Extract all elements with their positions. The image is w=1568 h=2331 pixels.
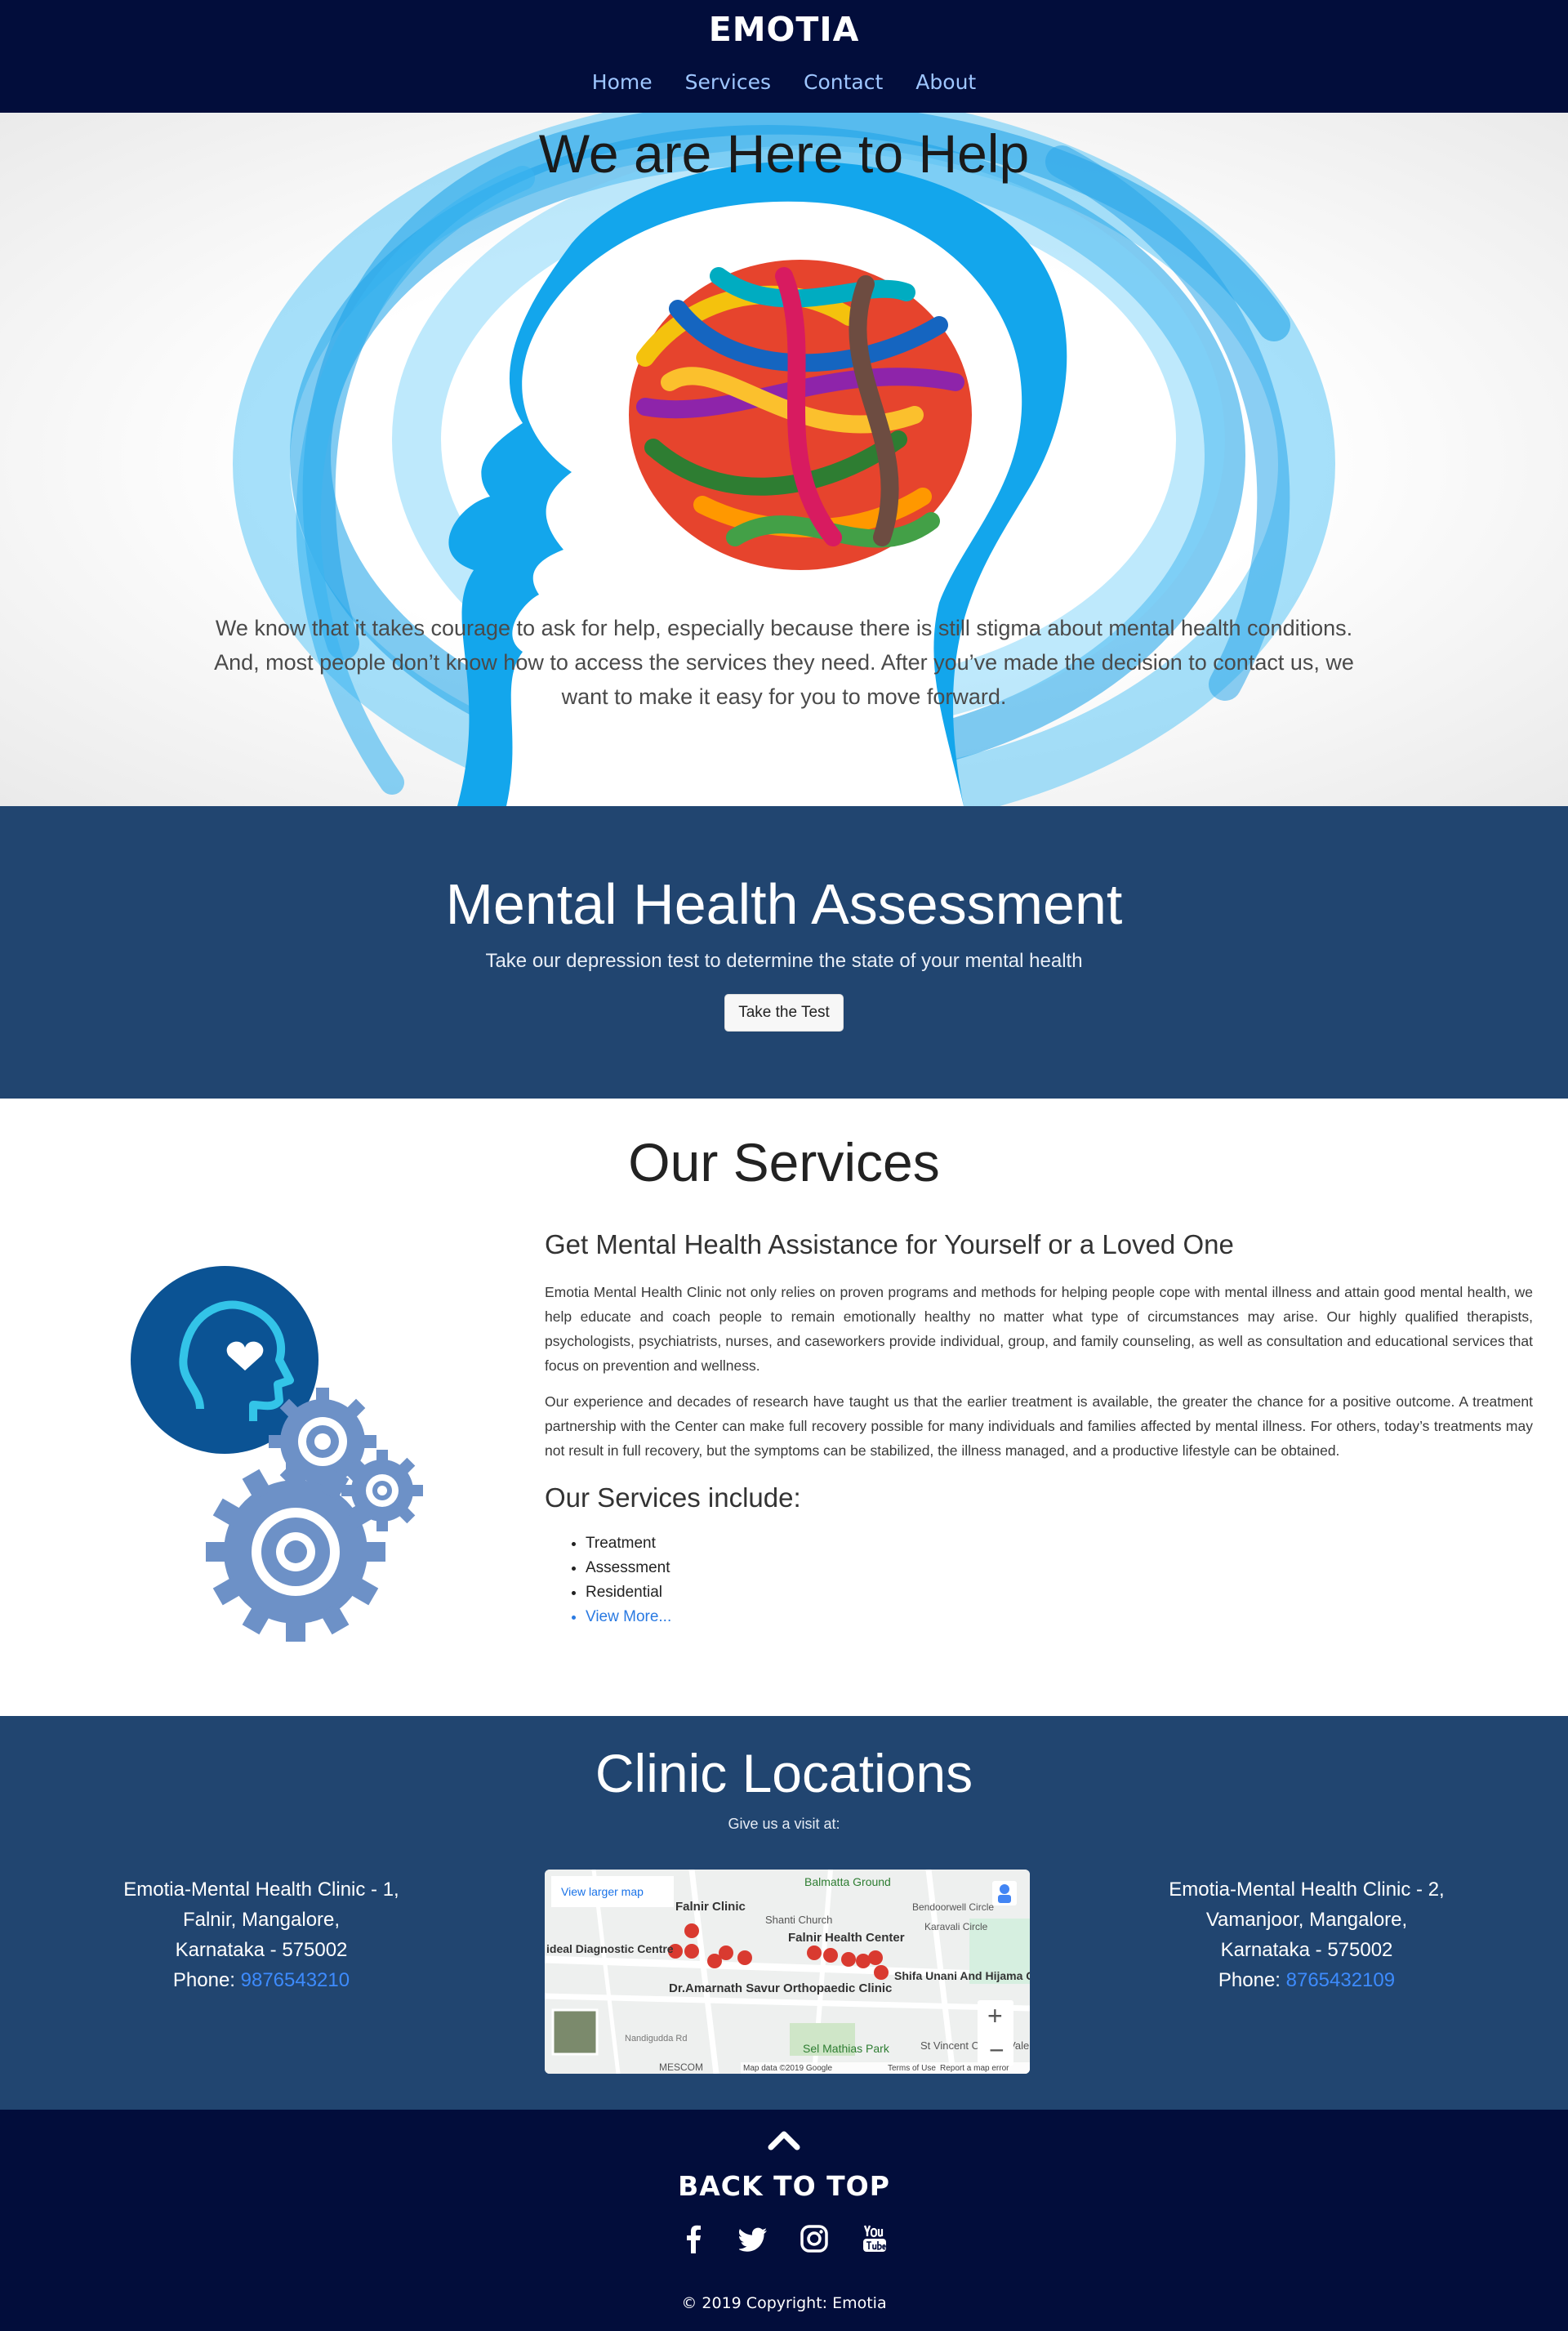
list-item: Assessment (586, 1556, 1533, 1580)
clinic-locations-section: Clinic Locations Give us a visit at: Emo… (0, 1716, 1568, 2110)
facebook-icon[interactable] (679, 2224, 708, 2253)
assessment-subtitle: Take our depression test to determine th… (485, 950, 1083, 972)
map-place-label: Shanti Church (765, 1914, 832, 1926)
social-links (0, 2224, 1568, 2253)
map-place-label: Sel Mathias Park (803, 2042, 890, 2055)
assessment-title: Mental Health Assessment (445, 872, 1123, 936)
services-list-heading: Our Services include: (545, 1482, 801, 1513)
twitter-icon[interactable] (737, 2224, 768, 2253)
main-menu: Home Services Contact About (0, 70, 1568, 94)
map-attribution: Map data ©2019 Google (743, 2064, 833, 2073)
assessment-section: Mental Health Assessment Take our depres… (0, 806, 1568, 1099)
hero-description: We know that it takes courage to ask for… (214, 616, 1354, 709)
clinic-area: Vamanjoor, Mangalore, (1205, 1909, 1408, 1931)
youtube-icon[interactable] (860, 2224, 889, 2253)
clinic-address-2: Emotia-Mental Health Clinic - 2, Vamanjo… (1135, 1874, 1478, 1995)
zoom-out-button[interactable]: − (989, 2035, 1004, 2065)
services-title: Our Services (628, 1132, 940, 1192)
list-item: Residential (586, 1580, 1533, 1605)
clinic-area: Falnir, Mangalore, (182, 1909, 341, 1931)
services-paragraph-2: Our experience and decades of research h… (545, 1393, 1533, 1459)
map-place-label: ideal Diagnostic Centre (546, 1942, 674, 1955)
satellite-toggle-thumbnail[interactable] (551, 2008, 599, 2056)
instagram-icon[interactable] (800, 2224, 829, 2253)
map-terms-link[interactable]: Terms of Use (888, 2064, 936, 2073)
nav-link-contact[interactable]: Contact (804, 70, 883, 94)
clinic-name: Emotia-Mental Health Clinic - 2, (1169, 1879, 1445, 1901)
head-gears-illustration (131, 1266, 423, 1642)
phone-label: Phone: (172, 1969, 241, 1991)
zoom-in-button[interactable]: + (987, 2001, 1003, 2030)
map-place-label: MESCOM (659, 2061, 703, 2073)
map-canvas[interactable]: View larger map Falnir Clinic Balmatta G… (545, 1870, 1030, 2074)
services-list: Treatment Assessment Residential View Mo… (586, 1531, 1533, 1629)
top-navbar: EMOTIA Home Services Contact About (0, 0, 1568, 113)
services-heading: Get Mental Health Assistance for Yoursel… (545, 1229, 1234, 1259)
nav-link-services[interactable]: Services (685, 70, 771, 94)
map-place-label: Falnir Clinic (675, 1900, 746, 1914)
hero-title: We are Here to Help (538, 123, 1030, 184)
chevron-up-icon[interactable] (768, 2128, 800, 2152)
map-place-label: Karavali Circle (924, 1921, 988, 1932)
phone-link[interactable]: 8765432109 (1286, 1969, 1395, 1991)
view-more-link[interactable]: View More... (586, 1605, 1533, 1629)
phone-label: Phone: (1218, 1969, 1286, 1991)
take-test-button[interactable]: Take the Test (724, 994, 844, 1032)
map-report-link[interactable]: Report a map error (940, 2064, 1009, 2073)
hero-section: We are Here to Help We know that it take… (0, 113, 1568, 806)
map-place-label: Dr.Amarnath Savur Orthopaedic Clinic (669, 1981, 892, 1995)
view-larger-map-link[interactable]: View larger map (561, 1885, 644, 1898)
clinic-state: Karnataka - 575002 (1220, 1939, 1393, 1961)
map-place-label: Nandigudda Rd (625, 2034, 687, 2044)
google-map-embed[interactable]: View larger map Falnir Clinic Balmatta G… (545, 1870, 1030, 2074)
map-place-label: Falnir Health Center (788, 1931, 905, 1945)
copyright-text: © 2019 Copyright: Emotia (681, 2294, 887, 2312)
nav-link-about[interactable]: About (915, 70, 976, 94)
clinic-state: Karnataka - 575002 (175, 1939, 348, 1961)
list-item: Treatment (586, 1531, 1533, 1556)
map-place-label: Balmatta Ground (804, 1875, 891, 1888)
map-place-label: Shifa Unani And Hijama Clinic (894, 1969, 1030, 1982)
site-footer: BACK TO TOP © 2019 Copyright: Emotia (0, 2110, 1568, 2331)
map-place-label: Bendoorwell Circle (912, 1901, 994, 1913)
back-to-top-link[interactable]: BACK TO TOP (0, 2170, 1568, 2202)
brand-logo[interactable]: EMOTIA (0, 10, 1568, 49)
phone-link[interactable]: 9876543210 (241, 1969, 350, 1991)
clinic-address-1: Emotia-Mental Health Clinic - 1, Falnir,… (90, 1874, 433, 1995)
locations-title: Clinic Locations (595, 1743, 973, 1803)
locations-subtitle: Give us a visit at: (728, 1816, 840, 1832)
services-content: Get Mental Health Assistance for Yoursel… (545, 1229, 1533, 1629)
clinic-name: Emotia-Mental Health Clinic - 1, (123, 1879, 399, 1901)
services-section: Our Services Get Mental Health Assistanc… (0, 1099, 1568, 1716)
nav-link-home[interactable]: Home (592, 70, 653, 94)
services-paragraph-1: Emotia Mental Health Clinic not only rel… (545, 1284, 1533, 1374)
